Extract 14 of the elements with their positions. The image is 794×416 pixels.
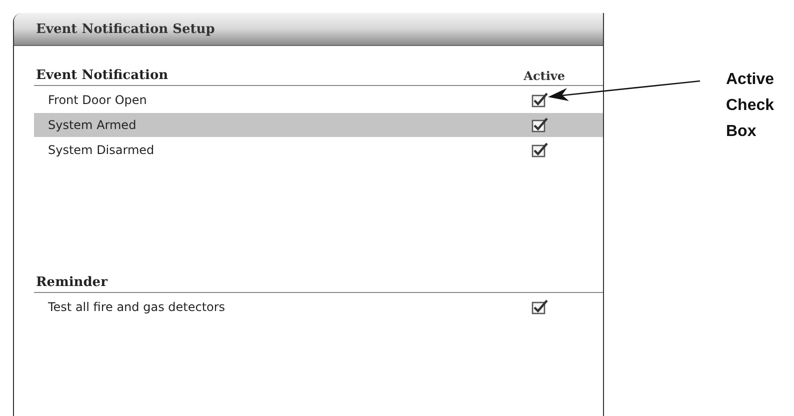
checkbox[interactable] <box>531 117 549 133</box>
checkbox[interactable] <box>531 299 549 315</box>
row-label: System Disarmed <box>48 143 156 157</box>
row-label: System Armed <box>48 118 138 132</box>
selected-row-highlight[interactable]: System Armed <box>34 113 603 137</box>
row-label: Front Door Open <box>48 93 148 107</box>
window-title: Event Notification Setup <box>36 22 215 36</box>
row-label: Test all fire and gas detectors <box>48 300 226 314</box>
section-heading: Event Notification <box>35 68 170 83</box>
checkbox[interactable] <box>531 142 549 158</box>
callout-label: Active Check Box <box>726 70 776 142</box>
column-heading: Active <box>524 69 565 83</box>
checkbox[interactable] <box>531 92 549 108</box>
section-heading: Reminder <box>35 275 109 290</box>
